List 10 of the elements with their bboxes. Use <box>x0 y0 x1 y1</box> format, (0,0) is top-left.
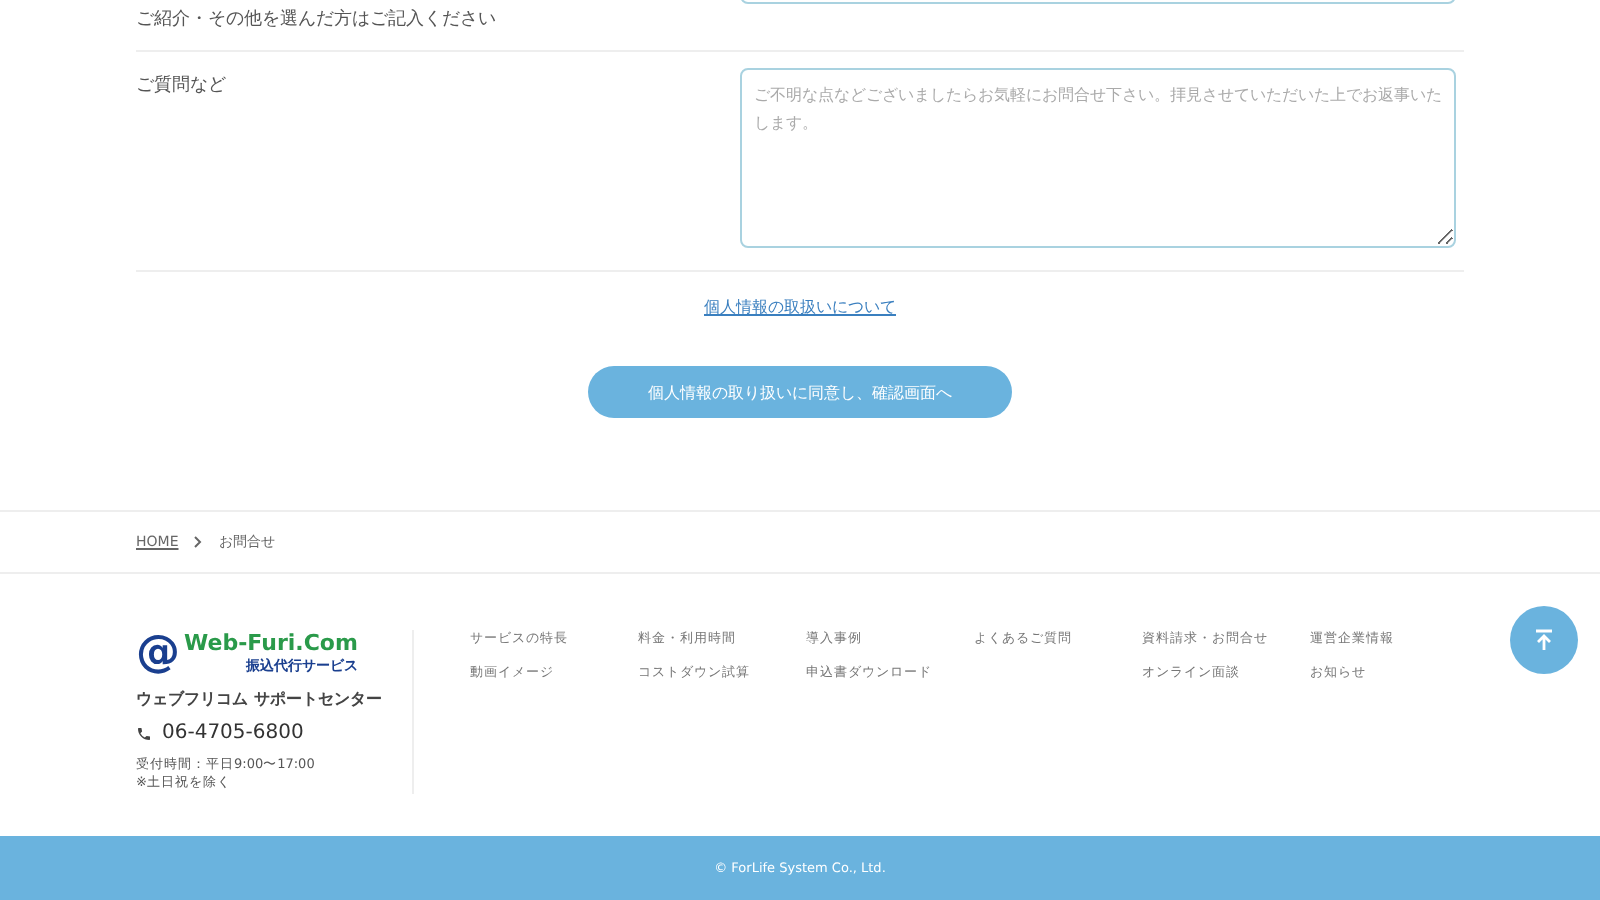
field-label: ご紹介・その他を選んだ方はご記入ください <box>136 7 498 34</box>
question-textarea[interactable]: ご不明な点などございましたらお気軽にお問合せ下さい。拝見させていただいた上でお返事いたします。 <box>740 68 1456 248</box>
arrow-up-icon <box>1532 628 1556 652</box>
phone-icon <box>136 725 152 741</box>
field-label: ご質問など <box>136 73 228 100</box>
privacy-link[interactable]: 個人情報の取扱いについて <box>704 296 896 318</box>
chevron-icon <box>194 536 203 548</box>
support-center-name: ウェブフリコム サポートセンター <box>136 688 384 710</box>
phone-number: 06-4705-6800 <box>162 722 304 744</box>
back-to-top-button[interactable] <box>1510 606 1578 674</box>
